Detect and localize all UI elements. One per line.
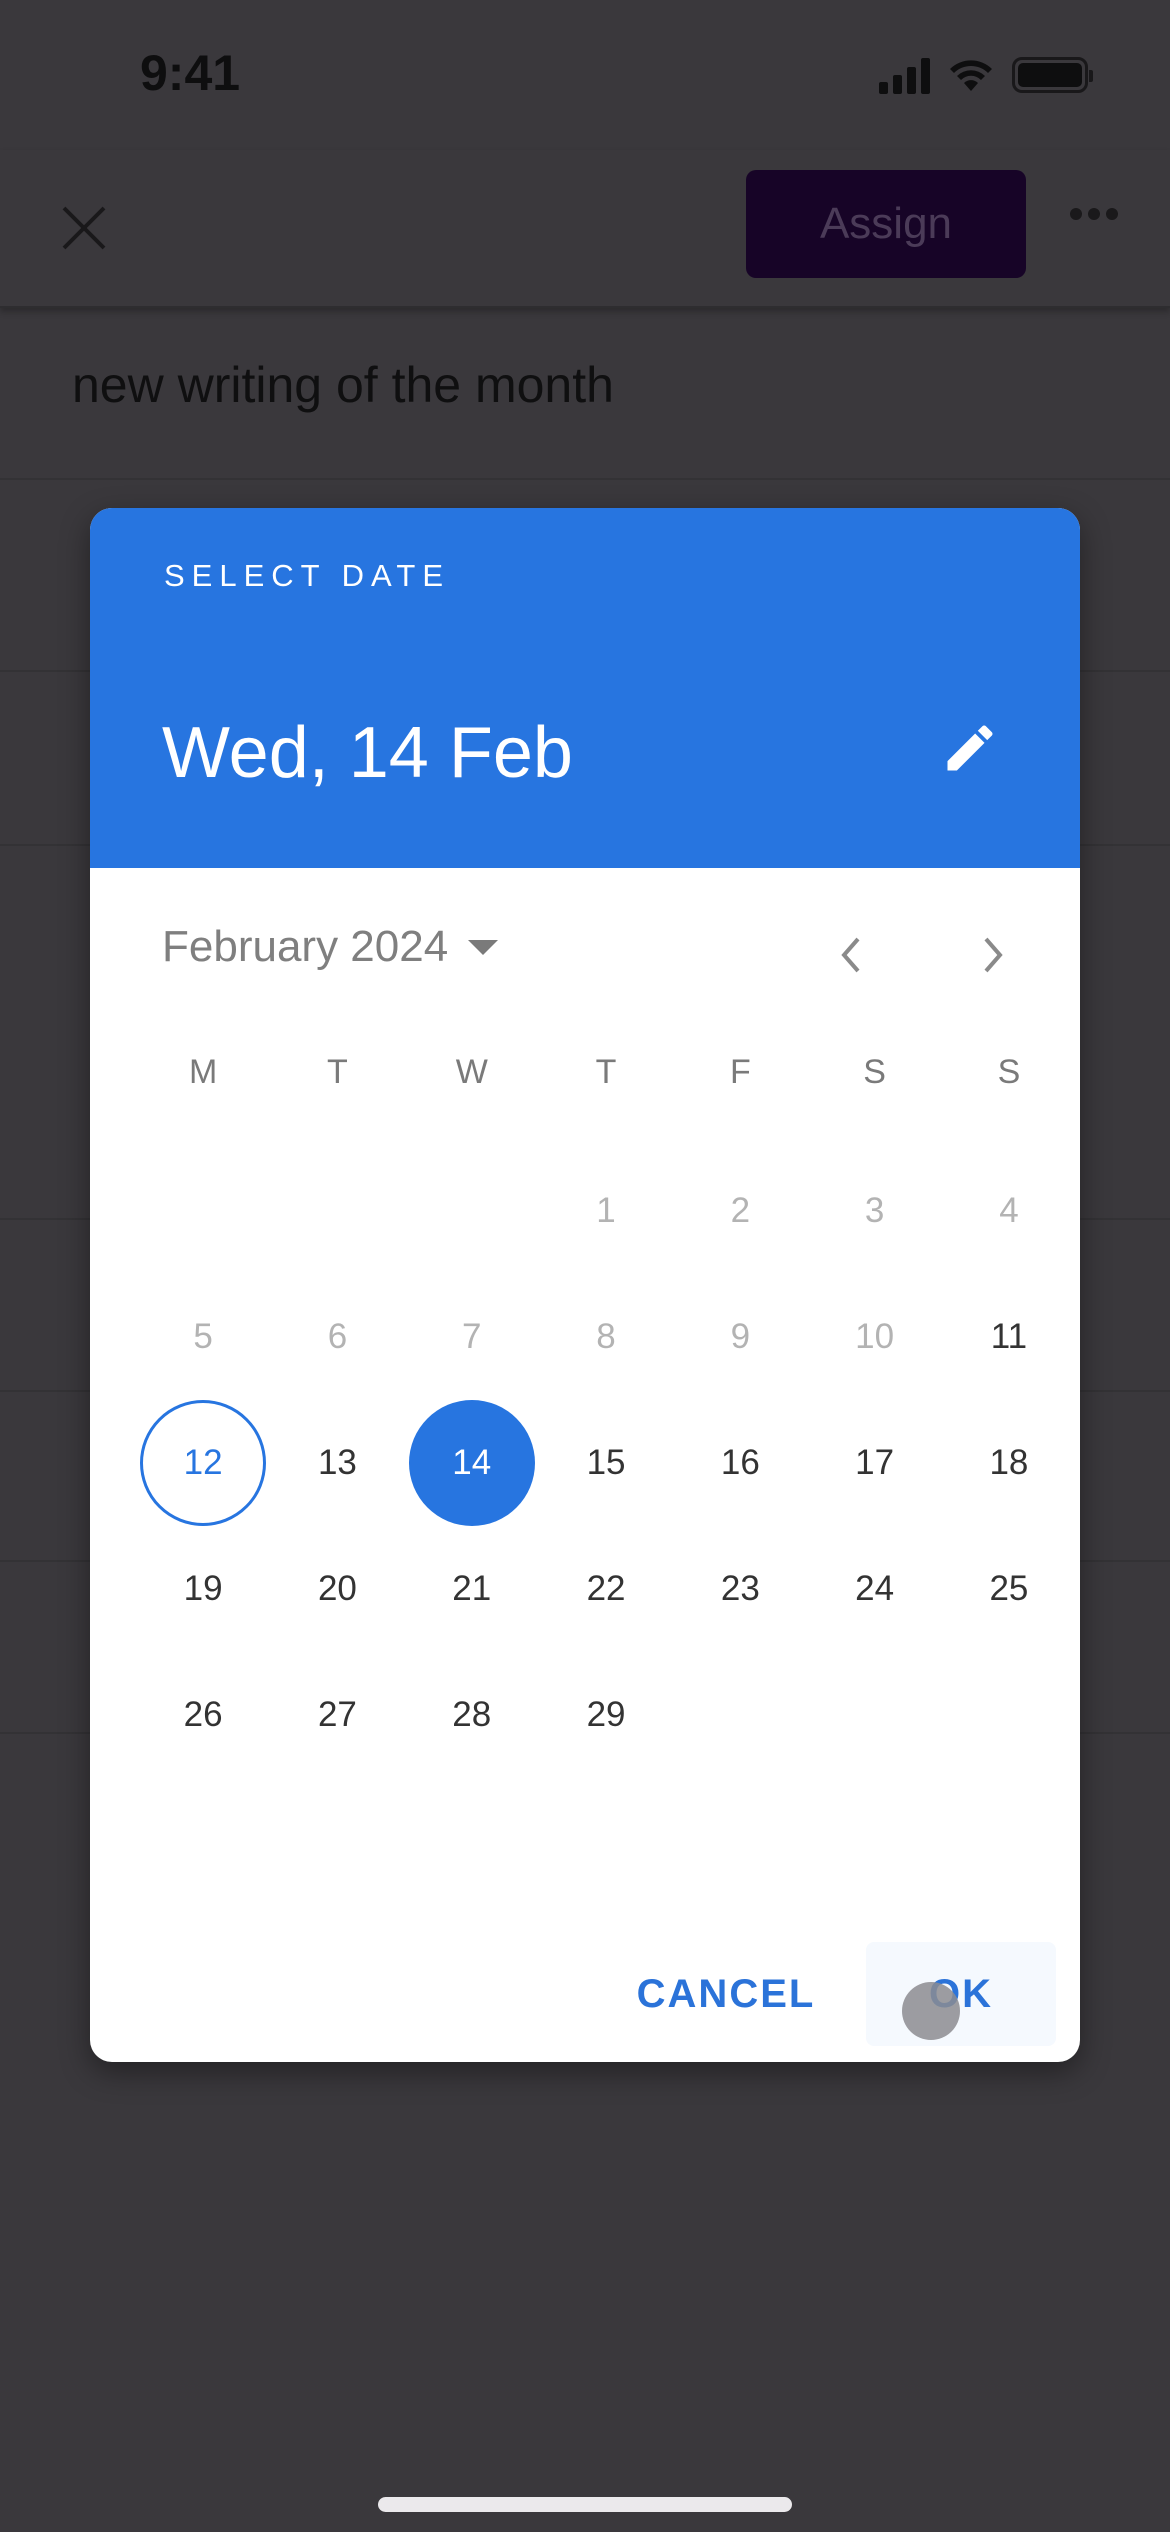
day-number: 22 [586, 1569, 626, 1608]
assign-button[interactable]: Assign [746, 170, 1026, 278]
status-time: 9:41 [140, 45, 241, 101]
day-number: 5 [193, 1317, 213, 1356]
day-cell[interactable]: 19 [136, 1526, 270, 1652]
pencil-icon [947, 725, 993, 771]
battery-icon [1012, 57, 1093, 93]
day-number: 6 [327, 1317, 348, 1356]
day-number: 12 [140, 1400, 267, 1526]
day-number: 19 [183, 1569, 223, 1608]
day-number: 8 [596, 1317, 616, 1356]
empty-day-cell [270, 1148, 404, 1274]
day-cell: 4 [942, 1148, 1076, 1274]
day-cell-today[interactable]: 12 [136, 1400, 270, 1526]
cellular-signal-icon [879, 56, 930, 94]
day-number: 29 [586, 1695, 626, 1734]
day-number: 24 [855, 1569, 895, 1608]
day-cell[interactable]: 21 [405, 1526, 539, 1652]
day-number: 7 [462, 1317, 482, 1356]
day-number: 16 [720, 1443, 760, 1482]
empty-day-cell [405, 1148, 539, 1274]
day-cell[interactable]: 18 [942, 1400, 1076, 1526]
day-cell[interactable]: 28 [405, 1652, 539, 1778]
weekday-label: T [595, 1053, 617, 1091]
day-number: 9 [730, 1317, 751, 1356]
day-cell[interactable]: 26 [136, 1652, 270, 1778]
day-cell[interactable]: 11 [942, 1274, 1076, 1400]
ok-button[interactable]: OK [866, 1942, 1056, 2046]
day-number: 11 [990, 1317, 1028, 1356]
day-number: 15 [586, 1443, 626, 1482]
edit-date-button[interactable] [930, 708, 1010, 788]
day-cell[interactable]: 16 [673, 1400, 807, 1526]
weekday-label: S [997, 1053, 1021, 1091]
day-number: 13 [317, 1443, 357, 1482]
day-cell: 6 [270, 1274, 404, 1400]
cancel-button[interactable]: CANCEL [626, 1942, 826, 2046]
status-icons [879, 56, 1093, 94]
day-number: 2 [730, 1191, 751, 1230]
day-cell: 8 [539, 1274, 673, 1400]
day-cell[interactable]: 15 [539, 1400, 673, 1526]
dialog-label: SELECT DATE [164, 558, 451, 593]
day-cell: 1 [539, 1148, 673, 1274]
day-cell[interactable]: 24 [807, 1526, 941, 1652]
day-number: 20 [317, 1569, 357, 1608]
weekday-label: S [863, 1053, 886, 1091]
calendar-grid: 1 2 3 4 5 6 7 8 9 10 11 12 13 14 15 16 17 18 19 20 21 22 23 24 2… [136, 1148, 1076, 1778]
date-picker-header: SELECT DATE Wed, 14 Feb [90, 508, 1080, 868]
day-cell[interactable]: 13 [270, 1400, 404, 1526]
day-number: 23 [720, 1569, 760, 1608]
day-cell[interactable]: 25 [942, 1526, 1076, 1652]
chevron-right-icon [984, 937, 1003, 973]
wifi-icon [950, 60, 992, 91]
day-cell: 3 [807, 1148, 941, 1274]
day-number: 4 [999, 1191, 1019, 1230]
day-number: 18 [989, 1443, 1029, 1482]
weekday-label: T [327, 1053, 348, 1091]
weekday-header: MTWTFSS [136, 1053, 1076, 1092]
close-icon[interactable] [56, 200, 112, 256]
weekday-label: W [455, 1053, 488, 1091]
more-options-icon[interactable] [1070, 208, 1118, 220]
day-cell[interactable]: 27 [270, 1652, 404, 1778]
next-month-button[interactable] [958, 920, 1028, 990]
day-cell[interactable]: 23 [673, 1526, 807, 1652]
day-cell: 5 [136, 1274, 270, 1400]
day-number: 25 [989, 1569, 1029, 1608]
month-year-selector[interactable]: February 2024 [162, 922, 499, 972]
day-number: 10 [855, 1317, 895, 1356]
day-number: 27 [317, 1695, 357, 1734]
assignment-title-field[interactable]: new writing of the month [72, 356, 614, 414]
day-number: 21 [452, 1569, 492, 1608]
day-cell[interactable]: 17 [807, 1400, 941, 1526]
weekday-label: F [729, 1053, 751, 1091]
previous-month-button[interactable] [816, 920, 886, 990]
day-cell: 9 [673, 1274, 807, 1400]
day-cell: 10 [807, 1274, 941, 1400]
day-number: 26 [183, 1695, 223, 1734]
day-cell: 2 [673, 1148, 807, 1274]
day-cell[interactable]: 29 [539, 1652, 673, 1778]
status-bar: 9:41 [0, 0, 1170, 150]
touch-indicator [902, 1982, 960, 2040]
day-number: 1 [596, 1191, 616, 1230]
day-number: 14 [408, 1400, 535, 1526]
day-number: 28 [452, 1695, 492, 1734]
chevron-left-icon [841, 937, 860, 973]
empty-day-cell [136, 1148, 270, 1274]
dropdown-caret-icon [468, 939, 499, 955]
day-cell[interactable]: 20 [270, 1526, 404, 1652]
day-cell: 7 [405, 1274, 539, 1400]
day-cell-selected[interactable]: 14 [405, 1400, 539, 1526]
month-year-label: February 2024 [162, 922, 449, 971]
top-toolbar: Assign [0, 150, 1170, 308]
month-navigation: February 2024 [90, 908, 1080, 998]
selected-date-display: Wed, 14 Feb [162, 713, 573, 793]
home-indicator[interactable] [378, 2497, 792, 2512]
weekday-label: M [188, 1053, 218, 1091]
day-number: 17 [855, 1443, 895, 1482]
date-picker-dialog: SELECT DATE Wed, 14 Feb February 2024 M T… [90, 508, 1080, 2062]
day-number: 3 [864, 1191, 885, 1230]
day-cell[interactable]: 22 [539, 1526, 673, 1652]
